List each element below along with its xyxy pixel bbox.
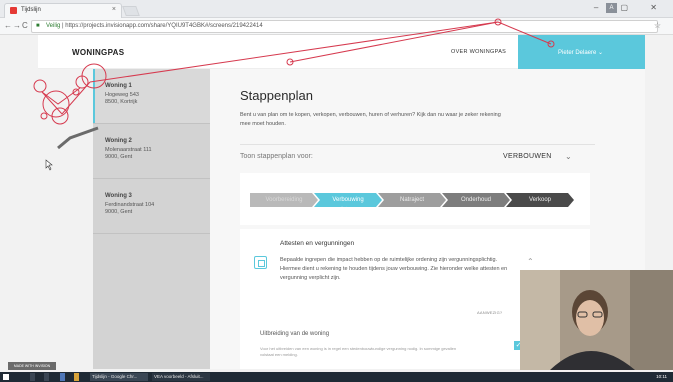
forward-icon[interactable]: → [13, 21, 21, 30]
chevron-down-icon: ⌄ [565, 152, 573, 161]
lock-icon: ■ [36, 23, 40, 29]
user-name: Pieter Delaere [558, 50, 597, 56]
secure-label: Veilig [46, 23, 61, 29]
selected-value: VERBOUWEN [503, 153, 552, 160]
brand-logo[interactable]: WONINGPAS [72, 48, 124, 57]
woning-address-line1: Molenaarstraat 111 [105, 147, 152, 153]
browser-tab[interactable]: Tijdslijn × [4, 3, 122, 18]
bookmark-star-icon[interactable]: ☆ [654, 21, 661, 30]
step-label: Natraject [399, 197, 424, 203]
webcam-person-image [520, 270, 673, 370]
explorer-icon[interactable] [74, 373, 79, 381]
taskview-icon[interactable] [44, 373, 49, 381]
step-label: Voorbereiding [265, 197, 303, 203]
sidebar-item-woning-1[interactable]: Woning 1 Hogeweg 543 8500, Kortrijk [93, 69, 210, 124]
url-text: https://projects.invisionapp.com/share/Y… [65, 23, 263, 29]
intro-text: Bent u van plan om te kopen, verkopen, v… [240, 112, 501, 127]
browser-toolbar: ← → C ■ Veilig | https://projects.invisi… [0, 18, 673, 35]
window-controls[interactable]: – ▢ ✕ [594, 3, 667, 12]
step-onderhoud[interactable]: Onderhoud [442, 193, 510, 207]
woning-address-line1: Hogeweg 543 [105, 92, 139, 98]
back-icon[interactable]: ← [4, 21, 12, 30]
sidebar-item-woning-3[interactable]: Woning 3 Ferdinandstraat 104 9000, Gent [93, 179, 210, 234]
screen: Tijdslijn × A – ▢ ✕ ← → C ■ Veilig | htt… [0, 0, 673, 382]
user-menu-button[interactable]: Pieter Delaere ⌄ [518, 35, 645, 69]
reload-icon[interactable]: C [22, 21, 28, 30]
taskbar-chrome-item[interactable]: Tijdslijn - Google Chr... [90, 373, 148, 381]
close-tab-icon[interactable]: × [112, 6, 116, 13]
browser-tabbar: Tijdslijn × A – ▢ ✕ [0, 0, 673, 18]
woning-title: Woning 1 [105, 83, 132, 89]
step-label: Verkoop [528, 197, 552, 203]
step-verbouwing[interactable]: Verbouwing Ontwerp [314, 193, 382, 207]
made-with-invision-badge[interactable]: MADE WITH INVISION [8, 362, 56, 370]
over-woningpas-link[interactable]: OVER WONINGPAS [451, 49, 506, 55]
woning-address-line2: 9000, Gent [105, 209, 133, 215]
edge-icon[interactable] [60, 373, 65, 381]
attesten-text: Bepaalde ingrepen die impact hebben op d… [280, 257, 508, 281]
sidebar: Woning 1 Hogeweg 543 8500, Kortrijk Woni… [93, 69, 210, 369]
divider [240, 144, 595, 145]
uitbreiding-title: Uitbreiding van de woning [260, 331, 330, 337]
attesten-title: Attesten en vergunningen [280, 240, 355, 247]
sidebar-item-woning-2[interactable]: Woning 2 Molenaarstraat 111 9000, Gent [93, 124, 210, 179]
step-voorbereiding[interactable]: Voorbereiding [250, 193, 318, 207]
invision-favicon-icon [10, 7, 17, 14]
woning-address-line1: Ferdinandstraat 104 [105, 202, 155, 208]
app-header: WONINGPAS OVER WONINGPAS Pieter Delaere … [38, 35, 645, 69]
new-tab-button[interactable] [122, 6, 140, 16]
windows-start-icon[interactable] [3, 374, 9, 380]
chevron-down-icon: ⌄ [598, 50, 604, 56]
step-label: Onderhoud [460, 197, 492, 203]
uitbreiding-text: Voor het uitbreiden van een woning is in… [260, 346, 457, 357]
stappenplan-select[interactable]: VERBOUWEN ⌄ [503, 152, 572, 161]
woning-title: Woning 2 [105, 138, 132, 144]
step-verkoop[interactable]: Verkoop [506, 193, 574, 207]
document-icon [254, 256, 267, 269]
steps-panel: Voorbereiding Verbouwing Ontwerp Natraje… [240, 173, 590, 225]
step-label: Verbouwing [332, 197, 364, 203]
chevron-up-icon[interactable]: ⌃ [527, 257, 534, 266]
clock: 10:11 [656, 374, 667, 379]
taskbar-vea-item[interactable]: VEA voorbeeld - Afsluit... [152, 373, 210, 381]
woning-title: Woning 3 [105, 193, 132, 199]
step-natraject[interactable]: Natraject [378, 193, 446, 207]
toon-stappenplan-label: Toon stappenplan voor: [240, 153, 313, 160]
webcam-video [520, 270, 673, 370]
tab-title: Tijdslijn [21, 7, 41, 13]
search-icon[interactable] [30, 373, 35, 381]
woning-address-line2: 9000, Gent [105, 154, 133, 160]
address-bar[interactable]: ■ Veilig | https://projects.invisionapp.… [31, 20, 658, 33]
woning-address-line2: 8500, Kortrijk [105, 99, 138, 105]
aanwezig-label: AANWEZIG? [477, 310, 503, 315]
step-sub-label: Ontwerp [340, 205, 356, 210]
os-taskbar: Tijdslijn - Google Chr... VEA voorbeeld … [0, 372, 673, 382]
steps-progress: Voorbereiding Verbouwing Ontwerp Natraje… [250, 193, 574, 207]
page-title: Stappenplan [240, 88, 314, 103]
left-gutter [0, 69, 93, 369]
